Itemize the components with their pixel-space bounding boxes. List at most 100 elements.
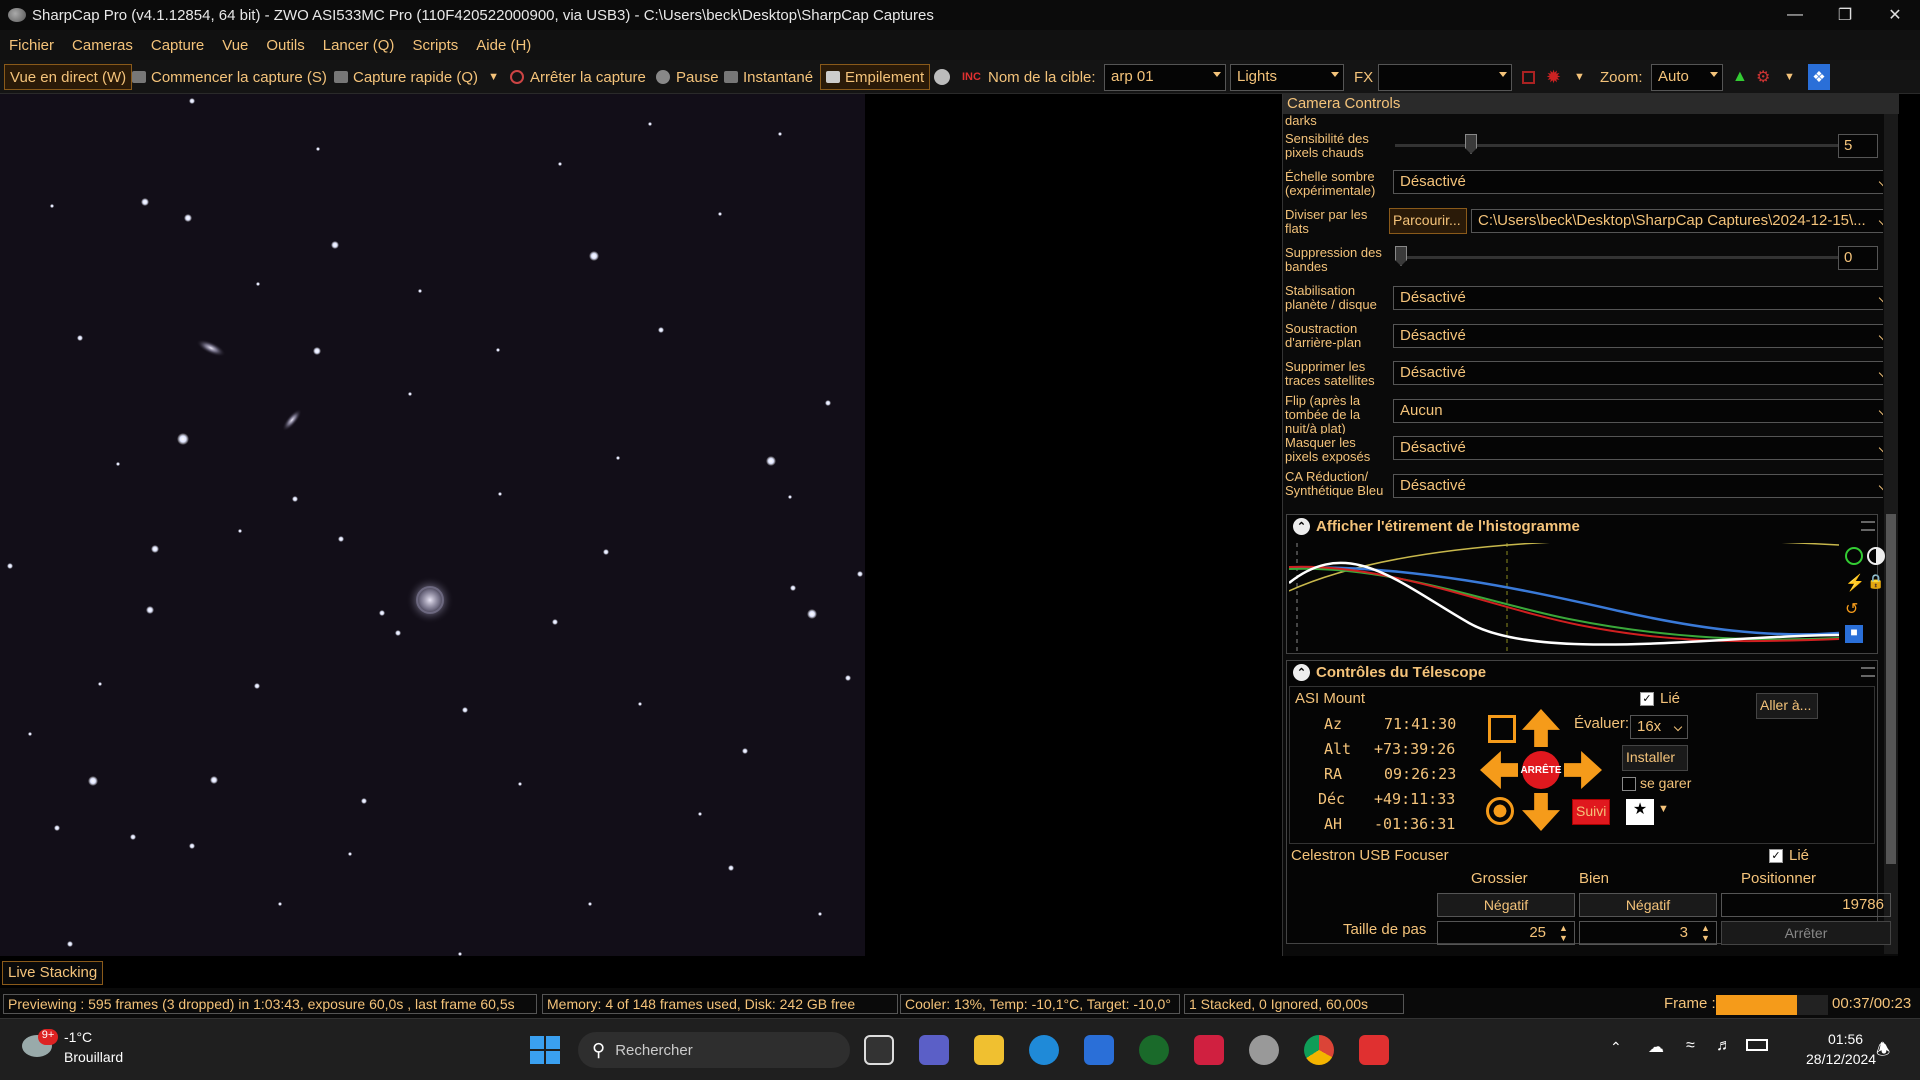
stop-capture-button[interactable]: Arrêter la capture <box>510 64 646 90</box>
contrast-icon[interactable] <box>1867 547 1885 565</box>
fx-combo[interactable] <box>1378 64 1512 91</box>
chevron-down-icon[interactable]: ▼ <box>1784 64 1795 90</box>
hot-pixel-value[interactable]: 5 <box>1838 134 1878 158</box>
coarse-step-spinner[interactable]: ▲ ▼ <box>1559 923 1568 943</box>
minimize-button[interactable]: — <box>1770 0 1820 30</box>
banding-slider[interactable] <box>1395 246 1845 270</box>
edge-icon[interactable] <box>1029 1035 1059 1065</box>
chevron-down-icon[interactable]: ▼ <box>1574 64 1585 90</box>
search-box[interactable]: ⚲ Rechercher <box>578 1032 850 1068</box>
flats-path-select[interactable]: C:\Users\beck\Desktop\SharpCap Captures\… <box>1471 209 1883 233</box>
coarse-step-input[interactable]: 25 <box>1437 921 1575 945</box>
star-icon[interactable]: ★ <box>1626 799 1654 825</box>
focuser-linked-checkbox[interactable]: ✓ <box>1769 849 1783 863</box>
moon-icon[interactable] <box>934 64 950 90</box>
live-stacking-tab[interactable]: Live Stacking <box>2 961 104 985</box>
quick-capture-button[interactable]: Capture rapide (Q) ▼ <box>334 64 499 90</box>
restore-button[interactable]: ❐ <box>1820 0 1870 30</box>
phd-guiding-icon[interactable] <box>1139 1035 1169 1065</box>
live-image-view[interactable] <box>0 94 865 956</box>
chevron-down-icon[interactable]: ▼ <box>1658 803 1669 815</box>
focuser-stop-button[interactable]: Arrêter <box>1721 921 1891 945</box>
fine-step-input[interactable]: 3 <box>1579 921 1717 945</box>
live-view-button[interactable]: Vue en direct (W) <box>4 64 133 90</box>
mount-linked-checkbox[interactable]: ✓ <box>1640 692 1654 706</box>
browse-flats-button[interactable]: Parcourir... <box>1389 208 1467 234</box>
sharpcap-taskbar-icon[interactable] <box>1249 1035 1279 1065</box>
ca-reduction-select[interactable]: Désactivé <box>1393 474 1883 498</box>
pause-button[interactable]: Pause <box>656 64 719 90</box>
histogram-plot[interactable] <box>1289 543 1841 653</box>
task-view-icon[interactable] <box>864 1035 894 1065</box>
target-name-combo[interactable]: arp 01 <box>1104 64 1226 91</box>
fine-step-spinner[interactable]: ▲ ▼ <box>1701 923 1710 943</box>
zoom-combo[interactable]: Auto <box>1651 64 1723 91</box>
snapshot-button[interactable]: Instantané <box>724 64 813 90</box>
fits-icon[interactable]: INC <box>962 64 981 90</box>
overexposed-select[interactable]: Désactivé <box>1393 436 1883 460</box>
menu-vue[interactable]: Vue <box>222 37 248 54</box>
reticle-icon[interactable] <box>1522 64 1535 90</box>
stacking-button[interactable]: Empilement <box>820 64 931 90</box>
file-explorer-icon[interactable] <box>974 1035 1004 1065</box>
chrome-icon[interactable] <box>1304 1035 1334 1065</box>
menu-lancer[interactable]: Lancer (Q) <box>323 37 395 54</box>
notification-bell-icon[interactable]: 🕭 <box>1876 1039 1890 1066</box>
close-button[interactable]: ✕ <box>1870 0 1920 30</box>
menu-icon[interactable] <box>1861 521 1875 531</box>
telescope-header[interactable]: ⌃ Contrôles du Télescope <box>1287 661 1877 683</box>
north-arrow-button[interactable] <box>1522 709 1560 747</box>
histogram-icon[interactable]: ▲ <box>1732 64 1748 90</box>
app-icon[interactable] <box>1194 1035 1224 1065</box>
app-icon[interactable] <box>1359 1035 1389 1065</box>
menu-capture[interactable]: Capture <box>151 37 204 54</box>
save-icon[interactable]: ■ <box>1845 625 1863 643</box>
lock-icon[interactable]: 🔒 <box>1867 573 1884 590</box>
polar-align-icon[interactable]: ❖ <box>1808 64 1830 90</box>
battery-icon[interactable] <box>1746 1039 1768 1051</box>
chevron-down-icon[interactable]: ▼ <box>488 71 499 83</box>
collapse-icon[interactable]: ⌃ <box>1293 517 1310 535</box>
histogram-header[interactable]: ⌃ Afficher l'étirement de l'histogramme <box>1287 515 1877 537</box>
chevron-up-icon[interactable]: ⌃ <box>1610 1039 1622 1056</box>
banding-value[interactable]: 0 <box>1838 246 1878 270</box>
fine-negative-button[interactable]: Négatif <box>1579 893 1717 917</box>
background-select[interactable]: Désactivé <box>1393 324 1883 348</box>
wifi-icon[interactable]: ≈ <box>1686 1037 1695 1055</box>
teams-icon[interactable] <box>919 1035 949 1065</box>
dark-scale-select[interactable]: Désactivé <box>1393 170 1883 194</box>
goto-button[interactable]: Aller à... <box>1756 693 1818 719</box>
rate-select[interactable]: 16x <box>1630 715 1688 739</box>
satellite-select[interactable]: Désactivé <box>1393 361 1883 385</box>
crosshair-icon[interactable]: ✹ <box>1546 64 1561 90</box>
reset-icon[interactable]: ↺ <box>1845 599 1858 619</box>
collapse-icon[interactable]: ⌃ <box>1293 663 1310 681</box>
windows-start-icon[interactable] <box>530 1036 560 1064</box>
stop-button[interactable]: ARRÊTE <box>1520 751 1562 789</box>
frame-type-combo[interactable]: Lights <box>1230 64 1344 91</box>
flip-select[interactable]: Aucun <box>1393 399 1883 423</box>
menu-fichier[interactable]: Fichier <box>9 37 54 54</box>
menu-outils[interactable]: Outils <box>266 37 304 54</box>
auto-stretch-icon[interactable] <box>1845 547 1863 565</box>
volume-icon[interactable]: ♬ <box>1716 1037 1732 1055</box>
panel-scrollbar[interactable] <box>1884 114 1898 954</box>
reticle-icon[interactable] <box>1488 715 1516 743</box>
stabilisation-select[interactable]: Désactivé <box>1393 286 1883 310</box>
clock-date[interactable]: 28/12/2024 <box>1806 1051 1876 1067</box>
home-icon[interactable] <box>1486 797 1514 825</box>
network-off-icon[interactable]: ☁ <box>1648 1037 1664 1057</box>
west-arrow-button[interactable] <box>1480 751 1518 789</box>
clock-time[interactable]: 01:56 <box>1828 1031 1863 1047</box>
lightning-icon[interactable]: ⚡ <box>1845 573 1865 593</box>
menu-aide[interactable]: Aide (H) <box>476 37 531 54</box>
east-arrow-button[interactable] <box>1564 751 1602 789</box>
store-icon[interactable] <box>1084 1035 1114 1065</box>
menu-scripts[interactable]: Scripts <box>412 37 458 54</box>
menu-icon[interactable] <box>1861 667 1875 677</box>
start-capture-button[interactable]: Commencer la capture (S) <box>132 64 327 90</box>
track-button[interactable]: Suivi <box>1572 799 1610 825</box>
hot-pixel-slider[interactable] <box>1395 134 1845 158</box>
park-checkbox[interactable] <box>1622 777 1636 791</box>
menu-cameras[interactable]: Cameras <box>72 37 133 54</box>
